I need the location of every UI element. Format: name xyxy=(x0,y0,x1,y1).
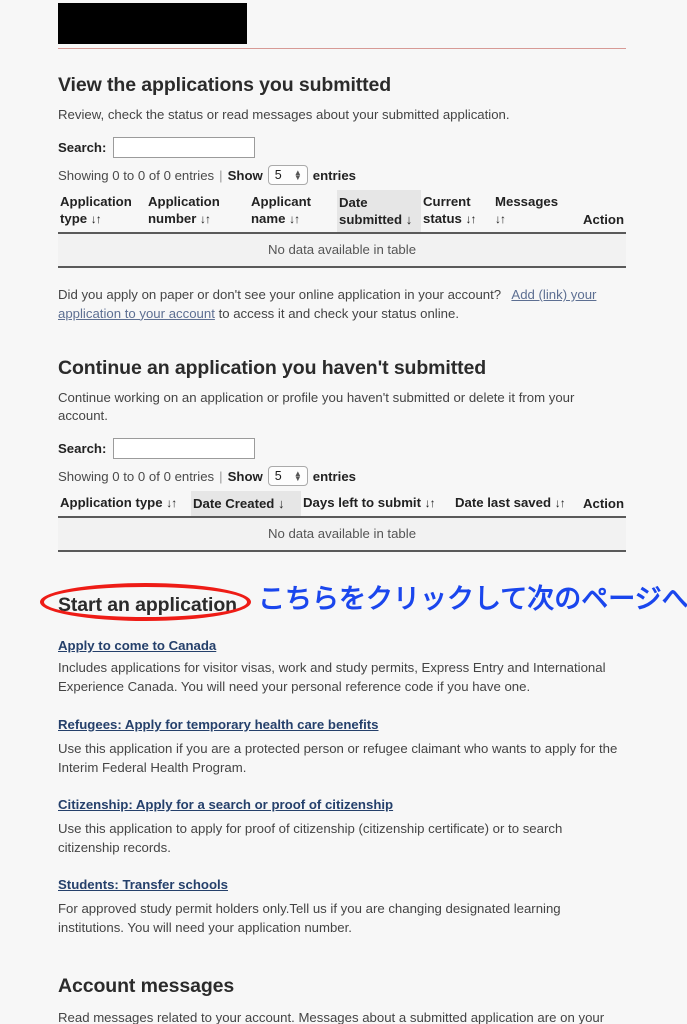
col-label: Date last saved xyxy=(455,495,552,510)
submitted-empty-message: No data available in table xyxy=(58,233,626,268)
continue-applications-table: Application type ↓↑ Date Created ↓ Days … xyxy=(58,491,626,552)
submitted-table-header-row: Application type ↓↑ Application number ↓… xyxy=(58,190,626,234)
col-messages[interactable]: Messages ↓↑ xyxy=(493,190,565,234)
submitted-description: Review, check the status or read message… xyxy=(58,107,510,122)
apply-to-come-to-canada-description: Includes applications for visitor visas,… xyxy=(58,660,606,694)
sort-icon[interactable]: ↓↑ xyxy=(200,212,211,226)
submitted-empty-row: No data available in table xyxy=(58,233,626,268)
refugees-health-benefits-link[interactable]: Refugees: Apply for temporary health car… xyxy=(58,717,379,732)
continue-info-row: Showing 0 to 0 of 0 entries | Show 5 ▲ ▼ … xyxy=(58,465,626,487)
col-application-number[interactable]: Application number ↓↑ xyxy=(146,190,249,234)
submitted-entries-label: entries xyxy=(312,167,357,183)
col-application-type[interactable]: Application type ↓↑ xyxy=(58,190,146,234)
col-label: Action xyxy=(582,212,624,227)
col-applicant-name[interactable]: Applicant name ↓↑ xyxy=(249,190,337,234)
continue-search-label: Search: xyxy=(58,441,107,456)
sort-icon[interactable]: ↓↑ xyxy=(495,212,506,226)
col-date-last-saved[interactable]: Date last saved ↓↑ xyxy=(453,491,575,518)
col-label: Applicant name xyxy=(251,194,312,226)
stepper-arrows-icon[interactable]: ▲ ▼ xyxy=(294,169,302,182)
submitted-show-label: Show xyxy=(227,167,263,183)
page-content: 's account View the applications you sub… xyxy=(58,0,626,1024)
stepper-arrows-icon[interactable]: ▲ ▼ xyxy=(294,470,302,483)
submitted-search-row: Search: xyxy=(58,137,626,158)
col-label: Date submitted xyxy=(339,195,403,227)
col-label: Current status xyxy=(423,194,471,226)
continue-description: Continue working on an application or pr… xyxy=(58,390,575,423)
continue-heading: Continue an application you haven't subm… xyxy=(58,357,487,379)
col-date-submitted[interactable]: Date submitted ↓ xyxy=(337,190,421,234)
col-label: Application type xyxy=(60,495,163,510)
account-messages-description: Read messages related to your account. M… xyxy=(58,1010,605,1024)
col-application-type[interactable]: Application type ↓↑ xyxy=(58,491,191,518)
col-label: Days left to submit xyxy=(303,495,421,510)
col-action: Action xyxy=(565,190,626,234)
students-transfer-schools-description: For approved study permit holders only.T… xyxy=(58,901,561,935)
col-label: Date Created xyxy=(193,496,275,511)
continue-empty-row: No data available in table xyxy=(58,517,626,552)
page-header: 's account xyxy=(58,0,626,48)
continue-search-row: Search: xyxy=(58,438,626,459)
citizenship-proof-search-link[interactable]: Citizenship: Apply for a search or proof… xyxy=(58,797,393,812)
sort-icon[interactable]: ↓↑ xyxy=(289,212,300,226)
account-page: 's account View the applications you sub… xyxy=(0,0,687,1024)
continue-search-input[interactable] xyxy=(113,438,256,459)
sort-icon[interactable]: ↓↑ xyxy=(166,496,177,510)
paper-note-before: Did you apply on paper or don't see your… xyxy=(58,287,502,302)
continue-entries-select[interactable]: 5 ▲ ▼ xyxy=(267,466,308,486)
paper-application-note: Did you apply on paper or don't see your… xyxy=(58,286,626,323)
submitted-applications-table: Application type ↓↑ Application number ↓… xyxy=(58,190,626,268)
submitted-info-row: Showing 0 to 0 of 0 entries | Show 5 ▲ ▼ … xyxy=(58,164,626,186)
sort-icon[interactable]: ↓↑ xyxy=(555,496,566,510)
citizenship-proof-search-description: Use this application to apply for proof … xyxy=(58,821,563,855)
sort-icon[interactable]: ↓↑ xyxy=(425,496,436,510)
continue-entries-value: 5 xyxy=(274,469,282,483)
continue-info-separator: | xyxy=(219,468,223,484)
paper-note-after: to access it and check your status onlin… xyxy=(218,305,459,321)
col-current-status[interactable]: Current status ↓↑ xyxy=(421,190,493,234)
continue-show-label: Show xyxy=(227,468,263,484)
sort-icon-active[interactable]: ↓ xyxy=(406,212,413,227)
annotation-japanese-text: こちらをクリックして次のページへ xyxy=(258,584,687,615)
submitted-search-label: Search: xyxy=(58,140,107,155)
submitted-entries-select[interactable]: 5 ▲ ▼ xyxy=(267,165,308,185)
sort-icon-active[interactable]: ↓ xyxy=(278,496,285,511)
col-action: Action xyxy=(575,491,626,518)
submitted-info-separator: | xyxy=(219,167,223,183)
col-days-left-to-submit[interactable]: Days left to submit ↓↑ xyxy=(301,491,453,518)
sort-icon[interactable]: ↓↑ xyxy=(91,212,102,226)
col-date-created[interactable]: Date Created ↓ xyxy=(191,491,301,518)
col-label: Action xyxy=(582,496,624,511)
submitted-entries-value: 5 xyxy=(274,168,282,182)
account-messages-heading: Account messages xyxy=(58,975,235,997)
continue-empty-message: No data available in table xyxy=(58,517,626,552)
submitted-entries-info: Showing 0 to 0 of 0 entries xyxy=(58,167,215,183)
col-label: Messages xyxy=(495,194,559,209)
submitted-search-input[interactable] xyxy=(113,137,256,158)
continue-table-header-row: Application type ↓↑ Date Created ↓ Days … xyxy=(58,491,626,518)
continue-entries-info: Showing 0 to 0 of 0 entries xyxy=(58,468,215,484)
continue-entries-label: entries xyxy=(312,468,357,484)
redacted-name-block xyxy=(58,3,247,44)
sort-icon[interactable]: ↓↑ xyxy=(466,212,477,226)
apply-to-come-to-canada-link[interactable]: Apply to come to Canada xyxy=(58,638,216,653)
refugees-health-benefits-description: Use this application if you are a protec… xyxy=(58,741,618,775)
submitted-heading: View the applications you submitted xyxy=(58,74,392,96)
students-transfer-schools-link[interactable]: Students: Transfer schools xyxy=(58,877,228,892)
